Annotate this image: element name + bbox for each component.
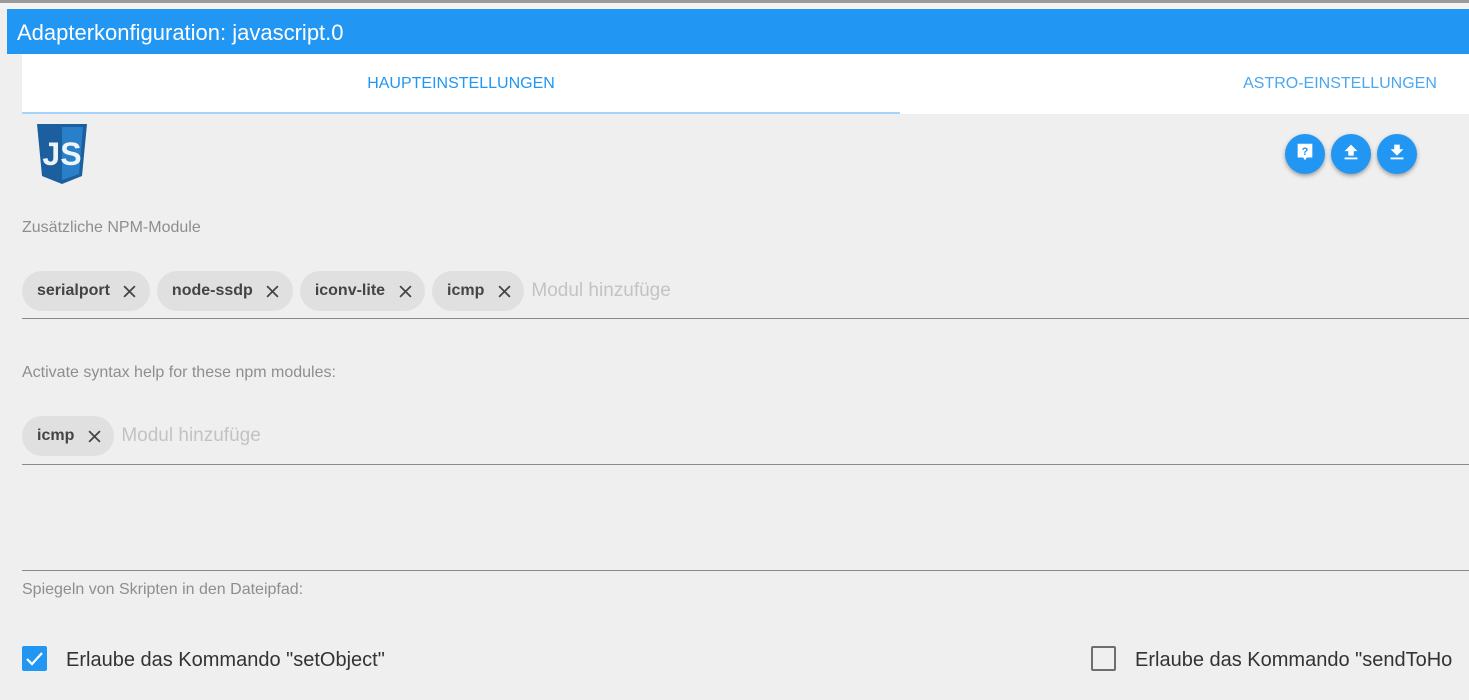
syntax-modules-label: Activate syntax help for these npm modul… bbox=[22, 364, 336, 381]
setobject-checkbox[interactable] bbox=[22, 646, 47, 671]
tab-astro-settings[interactable]: ASTRO-EINSTELLUNGEN bbox=[1156, 54, 1469, 114]
mirror-path-label: Spiegeln von Skripten in den Dateipfad: bbox=[22, 581, 304, 598]
sendtohost-checkbox[interactable] bbox=[1091, 646, 1116, 671]
module-chip: icmp bbox=[432, 271, 525, 311]
checkmark-icon bbox=[22, 652, 47, 675]
help-icon: ? bbox=[1294, 141, 1316, 168]
javascript-logo: JS bbox=[35, 124, 89, 185]
help-button[interactable]: ? bbox=[1285, 134, 1325, 174]
chip-label: icmp bbox=[447, 282, 485, 299]
chip-remove-icon[interactable] bbox=[86, 428, 102, 444]
mirror-path-field[interactable] bbox=[22, 570, 1469, 571]
chip-remove-icon[interactable] bbox=[265, 283, 281, 299]
svg-text:?: ? bbox=[1302, 145, 1309, 157]
download-button[interactable] bbox=[1377, 134, 1417, 174]
tab-main-settings[interactable]: HAUPTEINSTELLUNGEN bbox=[22, 54, 900, 114]
chip-remove-icon[interactable] bbox=[397, 283, 413, 299]
npm-module-input[interactable] bbox=[531, 280, 792, 302]
module-chip: serialport bbox=[22, 271, 150, 311]
download-icon bbox=[1386, 141, 1408, 168]
npm-modules-underline bbox=[22, 318, 1469, 319]
syntax-module-input[interactable] bbox=[121, 425, 382, 447]
chip-label: serialport bbox=[37, 282, 110, 299]
npm-modules-field: serialport node-ssdp iconv-lite icmp bbox=[22, 271, 792, 311]
syntax-modules-field: icmp bbox=[22, 416, 382, 456]
module-chip: icmp bbox=[22, 416, 115, 456]
chip-label: icmp bbox=[37, 427, 75, 444]
upload-icon bbox=[1340, 141, 1362, 168]
setobject-label: Erlaube das Kommando "setObject" bbox=[66, 649, 385, 671]
chip-remove-icon[interactable] bbox=[496, 283, 512, 299]
sendtohost-label: Erlaube das Kommando "sendToHo bbox=[1135, 649, 1453, 671]
upload-button[interactable] bbox=[1331, 134, 1371, 174]
npm-modules-label: Zusätzliche NPM-Module bbox=[22, 219, 201, 236]
module-chip: node-ssdp bbox=[156, 271, 293, 311]
tab-bar: HAUPTEINSTELLUNGEN ASTRO-EINSTELLUNGEN bbox=[22, 54, 1469, 114]
syntax-modules-underline bbox=[22, 464, 1469, 465]
chip-label: node-ssdp bbox=[171, 282, 253, 299]
module-chip: iconv-lite bbox=[299, 271, 426, 311]
active-tab-indicator bbox=[22, 112, 900, 114]
window-top-edge bbox=[0, 0, 1469, 9]
svg-text:JS: JS bbox=[42, 136, 81, 172]
dialog-title: Adapterkonfiguration: javascript.0 bbox=[7, 9, 1469, 54]
chip-remove-icon[interactable] bbox=[122, 283, 138, 299]
chip-label: iconv-lite bbox=[314, 282, 386, 299]
